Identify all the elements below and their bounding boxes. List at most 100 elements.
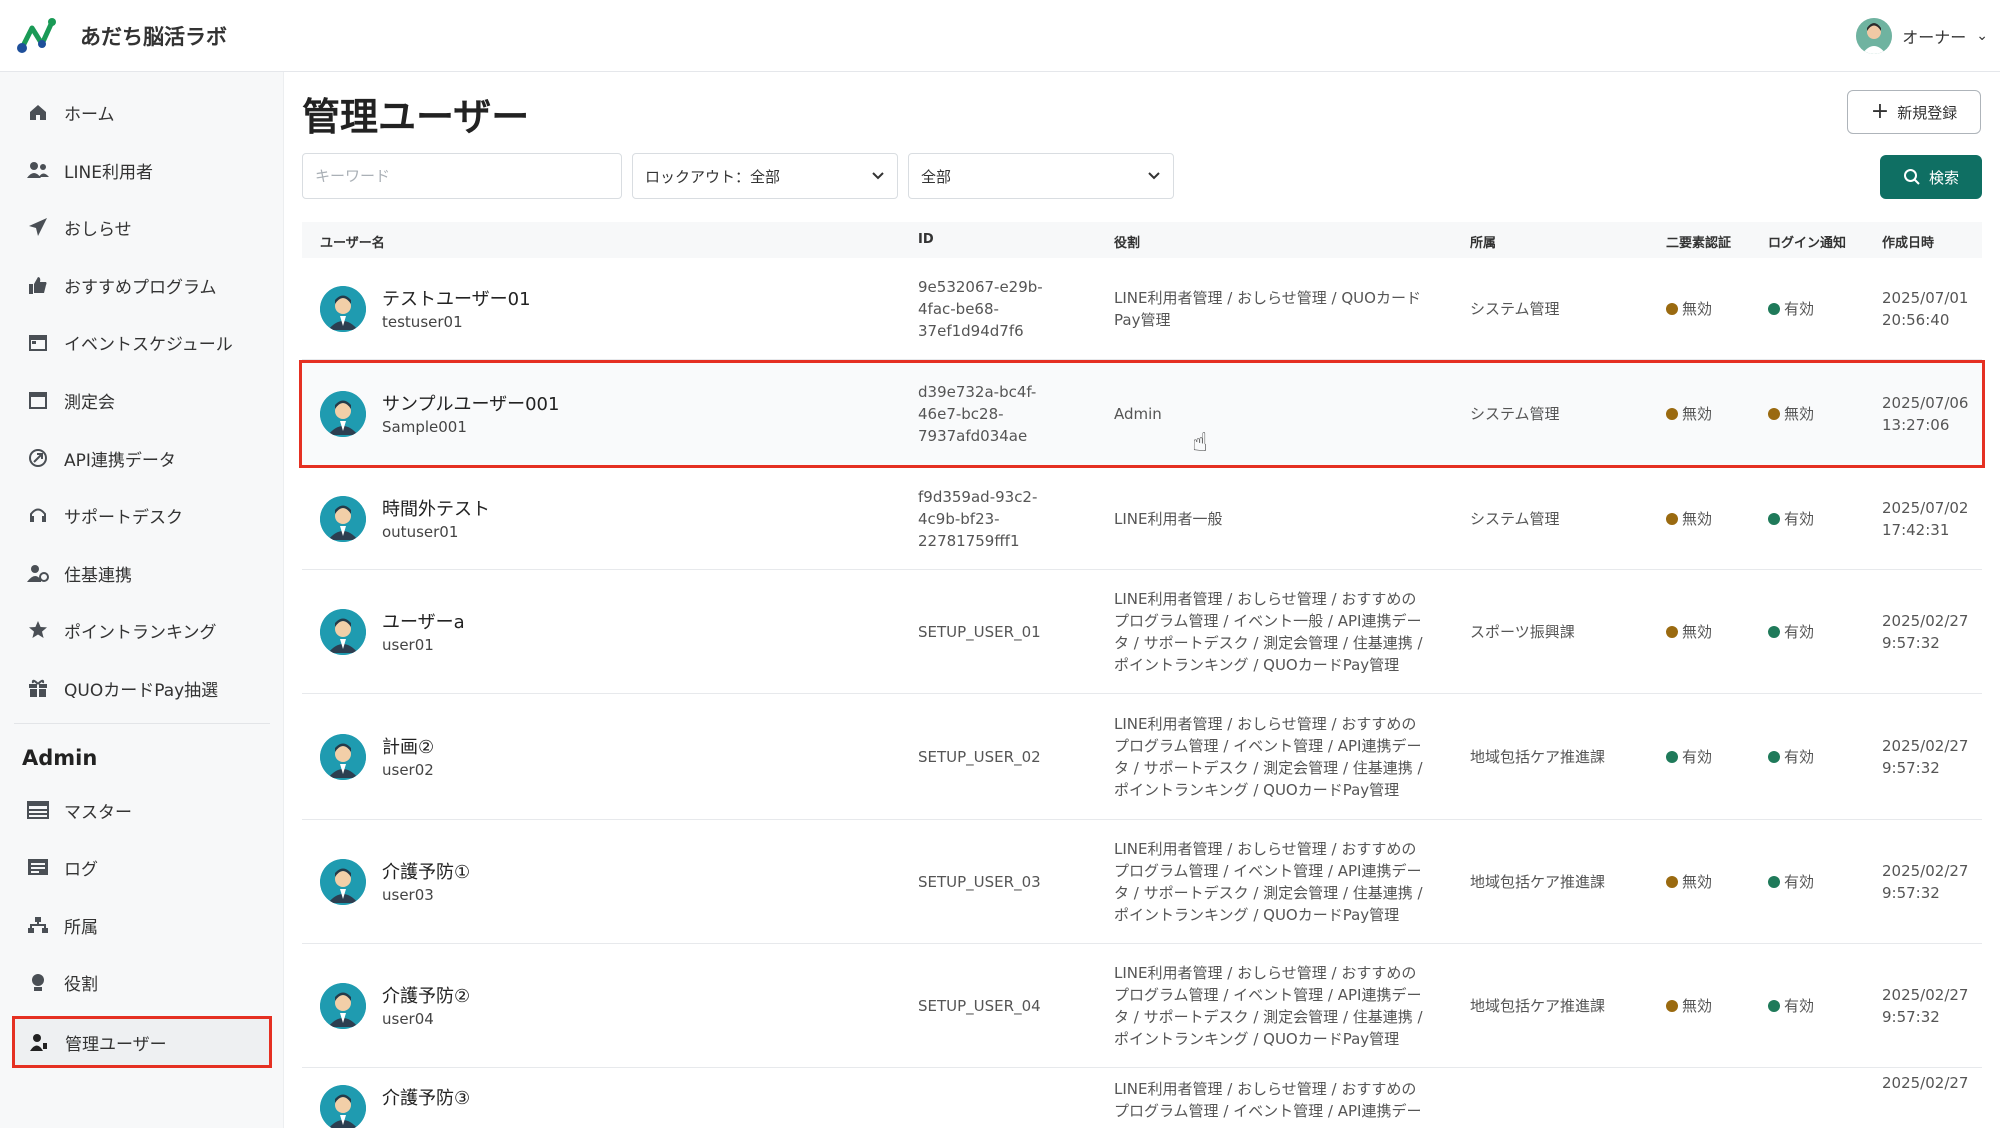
user-display-name: ユーザーa — [382, 612, 465, 633]
created-at-text: 2025/07/06 — [1882, 394, 1969, 412]
two-factor-status: 有効 — [1666, 746, 1712, 767]
status-text: 有効 — [1784, 623, 1815, 641]
sidebar-item-measurement[interactable]: 測定会 — [14, 376, 270, 424]
sidebar-item-label: 役割 — [64, 974, 98, 995]
app-logo-icon[interactable] — [16, 16, 58, 56]
sidebar-item-support-desk[interactable]: サポートデスク — [14, 491, 270, 539]
role-text: LINE利用者管理 / おしらせ管理 / QUOカード — [1114, 289, 1421, 307]
sidebar-item-master[interactable]: マスター — [14, 786, 270, 834]
sidebar-item-role[interactable]: 役割 — [14, 958, 270, 1006]
column-header-created[interactable]: 作成日時 — [1882, 232, 1934, 251]
column-header-id[interactable]: ID — [918, 232, 934, 247]
role-text: ポイントランキング / QUOカードPay管理 — [1114, 656, 1400, 674]
sidebar-item-news[interactable]: おしらせ — [14, 203, 270, 251]
role-text: タ / サポートデスク / 測定会管理 / 住基連携 / — [1114, 1008, 1423, 1026]
table-row[interactable]: 計画② user02 SETUP_USER_02 LINE利用者管理 / おしらせ管理… — [302, 694, 1982, 820]
status-dot-icon — [1666, 999, 1678, 1012]
role-text: LINE利用者管理 / おしらせ管理 / おすすめの — [1114, 840, 1417, 858]
sidebar-item-label: 測定会 — [64, 392, 115, 413]
login-notify-status: 有効 — [1768, 746, 1814, 767]
user-id-text: SETUP_USER_02 — [918, 748, 1041, 766]
status-dot-icon — [1768, 407, 1780, 420]
login-notify-status: 有効 — [1768, 621, 1814, 642]
department-text: スポーツ振興課 — [1470, 623, 1575, 641]
status-text: 無効 — [1682, 405, 1713, 423]
sidebar: ホーム LINE利用者 おしらせ おすすめプログラム イベントスケジュール 測定… — [0, 72, 284, 1128]
role-icon — [20, 972, 56, 992]
new-register-label: 新規登録 — [1897, 103, 1958, 122]
user-id-text: 7937afd034ae — [918, 427, 1028, 445]
lockout-select-value: ロックアウト：全部 — [645, 167, 781, 186]
sidebar-item-label: 住基連携 — [64, 565, 132, 586]
new-register-button[interactable]: + 新規登録 — [1847, 90, 1981, 134]
sidebar-item-resident-link[interactable]: 住基連携 — [14, 549, 270, 597]
chevron-down-icon — [1148, 172, 1160, 180]
sidebar-item-admin-users[interactable]: 管理ユーザー — [12, 1016, 272, 1068]
user-id-text: f9d359ad-93c2- — [918, 488, 1038, 506]
avatar — [320, 983, 366, 1029]
table-row[interactable]: テストユーザー01 testuser01 9e532067-e29b- 4fac-be… — [302, 258, 1982, 360]
sidebar-item-line-users[interactable]: LINE利用者 — [14, 146, 270, 194]
sidebar-item-quo-lottery[interactable]: QUOカードPay抽選 — [14, 664, 270, 712]
status-dot-icon — [1768, 750, 1780, 763]
column-header-department[interactable]: 所属 — [1470, 232, 1496, 251]
login-notify-status: 有効 — [1768, 995, 1814, 1016]
column-header-login-notify[interactable]: ログイン通知 — [1768, 232, 1846, 251]
user-display-name: 介護予防② — [382, 986, 471, 1007]
table-row[interactable]: 介護予防① user03 SETUP_USER_03 LINE利用者管理 / おしらせ… — [302, 820, 1982, 944]
status-dot-icon — [1768, 999, 1780, 1012]
department-text: システム管理 — [1470, 405, 1560, 423]
user-login-id: Sample001 — [382, 418, 467, 436]
sidebar-item-affiliation[interactable]: 所属 — [14, 901, 270, 949]
sidebar-item-point-ranking[interactable]: ポイントランキング — [14, 606, 270, 654]
status-text: 無効 — [1784, 405, 1815, 423]
created-at-text: 17:42:31 — [1882, 521, 1950, 539]
table-row[interactable]: 介護予防③ LINE利用者管理 / おしらせ管理 / おすすめの プログラム管理 /… — [302, 1068, 1982, 1128]
sidebar-item-api-data[interactable]: API連携データ — [14, 434, 270, 482]
created-at-text: 2025/02/27 — [1882, 612, 1969, 630]
role-text: LINE利用者管理 / おしらせ管理 / おすすめの — [1114, 964, 1417, 982]
table-row[interactable]: 時間外テスト outuser01 f9d359ad-93c2- 4c9b-bf23- 2… — [302, 468, 1982, 570]
sidebar-item-home[interactable]: ホーム — [14, 88, 270, 136]
status-dot-icon — [1666, 750, 1678, 763]
sidebar-item-recommended[interactable]: おすすめプログラム — [14, 261, 270, 309]
login-notify-status: 無効 — [1768, 403, 1814, 424]
column-header-username[interactable]: ユーザー名 — [320, 232, 385, 251]
status-text: 無効 — [1682, 510, 1713, 528]
user-menu[interactable]: オーナー ⌄ — [1856, 18, 1988, 54]
status-dot-icon — [1768, 625, 1780, 638]
created-at-text: 2025/02/27 — [1882, 737, 1969, 755]
table-row[interactable]: ユーザーa user01 SETUP_USER_01 LINE利用者管理 / おしらせ… — [302, 570, 1982, 694]
sidebar-section-admin: Admin — [22, 746, 98, 770]
avatar — [320, 286, 366, 332]
user-id-text: SETUP_USER_03 — [918, 873, 1041, 891]
sidebar-item-event-schedule[interactable]: イベントスケジュール — [14, 318, 270, 366]
chevron-down-icon — [872, 172, 884, 180]
table-row[interactable]: 介護予防② user04 SETUP_USER_04 LINE利用者管理 / おしらせ… — [302, 944, 1982, 1068]
chevron-down-icon: ⌄ — [1976, 28, 1988, 44]
role-text: タ / サポートデスク / 測定会管理 / 住基連携 / — [1114, 884, 1423, 902]
scope-select[interactable]: 全部 — [908, 153, 1174, 199]
created-at-text: 2025/07/02 — [1882, 499, 1969, 517]
api-icon — [20, 448, 56, 468]
table-row[interactable]: サンプルユーザー001 Sample001 d39e732a-bc4f- 46e7-b… — [302, 360, 1982, 468]
lockout-select[interactable]: ロックアウト：全部 — [632, 153, 898, 199]
column-header-two-factor[interactable]: 二要素認証 — [1666, 232, 1731, 251]
role-text: LINE利用者管理 / おしらせ管理 / おすすめの — [1114, 1080, 1417, 1098]
status-text: 有効 — [1784, 748, 1815, 766]
sidebar-item-label: 所属 — [64, 917, 98, 938]
sidebar-item-label: マスター — [64, 802, 132, 823]
login-notify-status: 有効 — [1768, 298, 1814, 319]
search-button[interactable]: 検索 — [1880, 155, 1982, 199]
created-at-text: 13:27:06 — [1882, 416, 1950, 434]
status-text: 無効 — [1682, 873, 1713, 891]
user-display-name: 介護予防③ — [382, 1088, 471, 1109]
keyword-input[interactable] — [302, 153, 622, 199]
status-dot-icon — [1666, 625, 1678, 638]
sidebar-item-label: 管理ユーザー — [65, 1034, 167, 1055]
app-title: あだち脳活ラボ — [80, 25, 227, 49]
column-header-role[interactable]: 役割 — [1114, 232, 1140, 251]
sidebar-item-log[interactable]: ログ — [14, 843, 270, 891]
plus-icon: + — [1870, 99, 1890, 124]
sidebar-item-label: LINE利用者 — [64, 162, 153, 183]
